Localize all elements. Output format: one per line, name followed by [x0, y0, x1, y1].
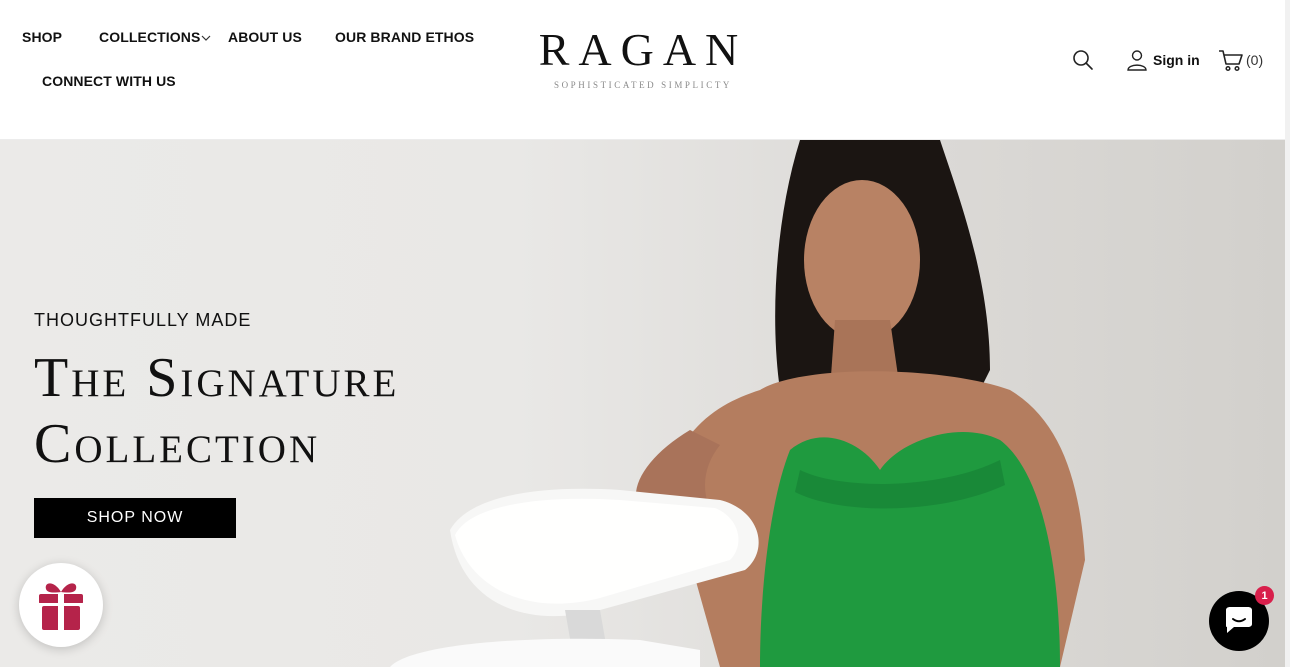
nav-item-collections[interactable]: COLLECTIONS	[99, 29, 211, 45]
user-icon	[1127, 50, 1147, 71]
brand-logo[interactable]: RAGAN SOPHISTICATED SIMPLICTY	[526, 24, 760, 96]
hero-title: The Signature Collection	[34, 347, 400, 475]
site-header: SHOP COLLECTIONS ABOUT US OUR BRAND ETHO…	[0, 0, 1285, 140]
nav-item-label: COLLECTIONS	[99, 29, 201, 45]
search-icon[interactable]	[1071, 48, 1095, 72]
nav-item-connect[interactable]: CONNECT WITH US	[42, 73, 176, 89]
cart-count: (0)	[1246, 52, 1264, 68]
hero-banner: THOUGHTFULLY MADE The Signature Collecti…	[0, 140, 1285, 667]
sign-in-label: Sign in	[1153, 52, 1200, 68]
logo-wordmark: RAGAN	[538, 24, 748, 75]
cart-icon	[1219, 50, 1243, 72]
nav-item-brand-ethos[interactable]: OUR BRAND ETHOS	[335, 29, 474, 45]
hero-eyebrow: THOUGHTFULLY MADE	[34, 310, 252, 330]
gift-icon	[39, 583, 83, 630]
nav-item-shop[interactable]: SHOP	[22, 29, 62, 45]
logo-tagline: SOPHISTICATED SIMPLICTY	[553, 80, 733, 90]
sign-in-link[interactable]: Sign in	[1125, 47, 1200, 73]
scrollbar[interactable]	[1285, 0, 1290, 667]
chat-icon	[1226, 607, 1252, 633]
chevron-down-icon	[201, 35, 211, 41]
cart-link[interactable]: (0)	[1218, 47, 1263, 73]
nav-item-about-us[interactable]: ABOUT US	[228, 29, 302, 45]
rewards-widget[interactable]	[19, 563, 103, 647]
shop-now-button[interactable]: SHOP NOW	[34, 498, 236, 538]
chat-unread-badge: 1	[1255, 586, 1274, 605]
